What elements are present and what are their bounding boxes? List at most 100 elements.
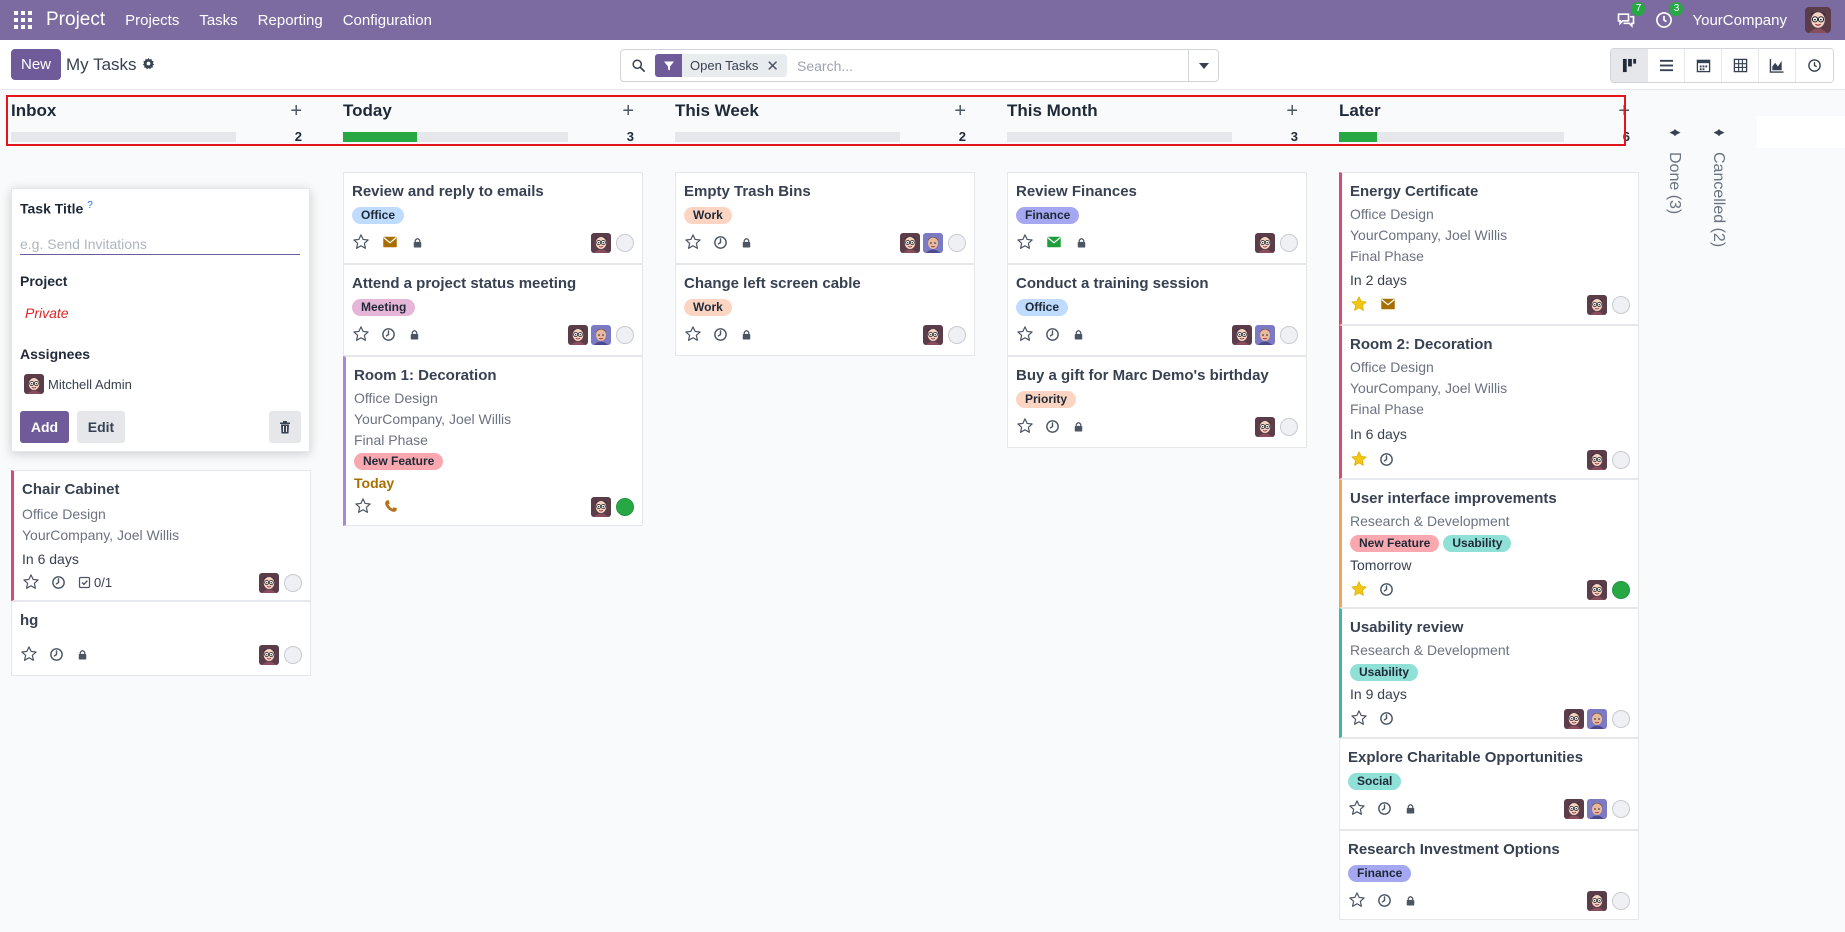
trash-icon[interactable] xyxy=(269,411,301,443)
star-icon[interactable] xyxy=(1016,233,1034,251)
task-card[interactable]: Chair Cabinet Office Design YourCompany,… xyxy=(11,470,311,601)
activities-clock-icon[interactable]: 3 xyxy=(1654,2,1684,30)
clock-icon[interactable] xyxy=(1376,800,1393,817)
clock-icon[interactable] xyxy=(1044,418,1061,435)
progress-bar[interactable] xyxy=(1007,132,1232,142)
avatar[interactable] xyxy=(1255,325,1275,345)
task-card[interactable]: Explore Charitable Opportunities Social xyxy=(1339,738,1639,830)
gear-icon[interactable] xyxy=(142,55,155,75)
column-title[interactable]: Inbox xyxy=(11,101,56,121)
clock-icon[interactable] xyxy=(1378,710,1395,727)
menu-reporting[interactable]: Reporting xyxy=(258,12,323,29)
star-filled-icon[interactable] xyxy=(1350,450,1368,468)
menu-tasks[interactable]: Tasks xyxy=(199,12,237,29)
status-circle[interactable] xyxy=(616,498,634,516)
column-title[interactable]: This Month xyxy=(1007,101,1098,121)
avatar[interactable] xyxy=(923,325,943,345)
star-icon[interactable] xyxy=(684,233,702,251)
progress-bar[interactable] xyxy=(11,132,236,142)
clock-icon[interactable] xyxy=(1378,451,1395,468)
column-title[interactable]: Today xyxy=(343,101,392,121)
task-card[interactable]: Room 2: Decoration Office Design YourCom… xyxy=(1339,325,1639,479)
unfold-arrows-icon[interactable]: ◂▸ xyxy=(1713,124,1724,140)
status-circle[interactable] xyxy=(948,326,966,344)
add-button[interactable]: Add xyxy=(20,411,69,443)
clock-icon[interactable] xyxy=(380,326,397,343)
task-card[interactable]: User interface improvements Research & D… xyxy=(1339,479,1639,608)
progress-bar[interactable] xyxy=(1339,132,1564,142)
list-view-icon[interactable] xyxy=(1648,49,1685,82)
add-column-area[interactable] xyxy=(1757,116,1845,148)
status-circle[interactable] xyxy=(1280,418,1298,436)
menu-configuration[interactable]: Configuration xyxy=(343,12,432,29)
status-circle[interactable] xyxy=(1280,234,1298,252)
folded-column-cancelled[interactable]: ◂▸ Cancelled (2) xyxy=(1703,124,1733,247)
plus-icon[interactable]: + xyxy=(1286,101,1298,121)
progress-bar[interactable] xyxy=(343,132,568,142)
avatar[interactable] xyxy=(1587,709,1607,729)
edit-button[interactable]: Edit xyxy=(77,411,125,443)
task-card[interactable]: Review and reply to emails Office xyxy=(343,172,643,264)
star-icon[interactable] xyxy=(684,325,702,343)
user-avatar[interactable] xyxy=(1805,7,1831,33)
status-circle[interactable] xyxy=(616,326,634,344)
avatar[interactable] xyxy=(591,497,611,517)
task-title-input[interactable] xyxy=(20,233,300,255)
pivot-view-icon[interactable] xyxy=(1722,49,1759,82)
folded-column-done[interactable]: ◂▸ Done (3) xyxy=(1659,124,1689,214)
star-icon[interactable] xyxy=(354,497,372,515)
star-icon[interactable] xyxy=(1350,709,1368,727)
avatar[interactable] xyxy=(1232,325,1252,345)
avatar[interactable] xyxy=(1587,450,1607,470)
clock-icon[interactable] xyxy=(712,234,729,251)
status-circle[interactable] xyxy=(1280,326,1298,344)
close-icon[interactable]: ✕ xyxy=(766,57,787,75)
star-icon[interactable] xyxy=(20,645,38,663)
task-card[interactable]: Attend a project status meeting Meeting xyxy=(343,264,643,356)
avatar[interactable] xyxy=(1587,799,1607,819)
avatar[interactable] xyxy=(923,233,943,253)
task-card[interactable]: Buy a gift for Marc Demo's birthday Prio… xyxy=(1007,356,1307,448)
column-title[interactable]: This Week xyxy=(675,101,759,121)
task-card[interactable]: Conduct a training session Office xyxy=(1007,264,1307,356)
avatar[interactable] xyxy=(259,573,279,593)
clock-icon[interactable] xyxy=(48,646,65,663)
status-circle[interactable] xyxy=(1612,581,1630,599)
star-icon[interactable] xyxy=(352,325,370,343)
project-field[interactable]: Private xyxy=(25,305,69,321)
star-icon[interactable] xyxy=(1348,891,1366,909)
progress-bar[interactable] xyxy=(675,132,900,142)
company-switcher[interactable]: YourCompany xyxy=(1692,12,1787,29)
status-circle[interactable] xyxy=(284,646,302,664)
task-card[interactable]: Empty Trash Bins Work xyxy=(675,172,975,264)
task-card[interactable]: hg xyxy=(11,601,311,676)
kanban-view-icon[interactable] xyxy=(1611,49,1648,82)
help-tooltip[interactable]: ? xyxy=(87,200,93,211)
activity-view-icon[interactable] xyxy=(1796,49,1833,82)
avatar[interactable] xyxy=(1255,233,1275,253)
plus-icon[interactable]: + xyxy=(954,101,966,121)
avatar[interactable] xyxy=(259,645,279,665)
plus-icon[interactable]: + xyxy=(622,101,634,121)
column-title[interactable]: Later xyxy=(1339,101,1381,121)
avatar[interactable] xyxy=(591,325,611,345)
avatar[interactable] xyxy=(591,233,611,253)
subtasks-counter[interactable]: 0/1 xyxy=(77,575,112,590)
envelope-icon[interactable] xyxy=(380,233,400,251)
new-button[interactable]: New xyxy=(11,49,61,80)
status-circle[interactable] xyxy=(616,234,634,252)
avatar[interactable] xyxy=(568,325,588,345)
avatar[interactable] xyxy=(900,233,920,253)
task-card[interactable]: Energy Certificate Office Design YourCom… xyxy=(1339,172,1639,325)
messages-icon[interactable]: 7 xyxy=(1616,2,1646,30)
envelope-icon[interactable] xyxy=(1378,295,1398,313)
graph-view-icon[interactable] xyxy=(1759,49,1796,82)
avatar[interactable] xyxy=(1255,417,1275,437)
clock-icon[interactable] xyxy=(712,326,729,343)
avatar[interactable] xyxy=(1564,799,1584,819)
assignee-tag[interactable]: Mitchell Admin xyxy=(24,374,132,394)
plus-icon[interactable]: + xyxy=(1618,101,1630,121)
clock-icon[interactable] xyxy=(1376,892,1393,909)
status-circle[interactable] xyxy=(284,574,302,592)
clock-icon[interactable] xyxy=(50,574,67,591)
